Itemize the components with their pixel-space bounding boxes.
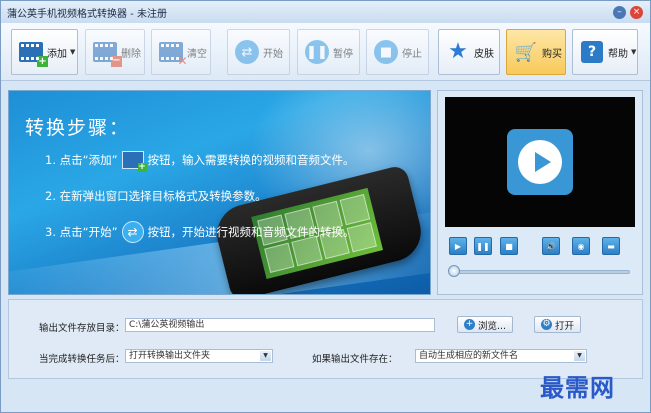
pause-label: 暂停	[333, 48, 353, 60]
skin-label: 皮肤	[474, 48, 494, 60]
output-dir-label: 输出文件存放目录：	[39, 323, 125, 334]
help-button[interactable]: ? 帮助 ▼	[572, 29, 638, 75]
volume-button[interactable]: 🔊	[542, 237, 560, 255]
close-button[interactable]: ×	[630, 6, 643, 19]
app-window: 蒲公英手机视频格式转换器 - 未注册 – × + 添加 ▼ − 删除 ✕ 清空 …	[0, 0, 651, 413]
step-3-text-a: 3. 点击“开始”	[45, 225, 118, 239]
step-1-text-b: 按钮，输入需要转换的视频和音频文件。	[147, 153, 355, 167]
browse-label: 浏览...	[478, 320, 507, 332]
stop-label: 停止	[402, 48, 422, 60]
after-done-value: 打开转换输出文件夹	[129, 351, 211, 361]
step-2-text: 2. 在新弹出窗口选择目标格式及转换参数。	[45, 189, 267, 203]
open-label: 打开	[555, 320, 575, 332]
folder-icon: ⚙	[541, 319, 552, 330]
chevron-down-icon: ▼	[70, 48, 76, 56]
add-label: 添加	[47, 48, 67, 60]
chevron-down-icon: ▼	[260, 351, 271, 361]
snapshot-button[interactable]: ◉	[572, 237, 590, 255]
toolbar: + 添加 ▼ − 删除 ✕ 清空 ⇄ 开始 ❚❚ 暂停 ■ 停止 ★ 皮肤 🛒	[1, 23, 650, 81]
after-done-label: 当完成转换任务后：	[39, 354, 125, 365]
pause-control-button[interactable]: ❚❚	[474, 237, 492, 255]
window-title: 蒲公英手机视频格式转换器 - 未注册	[7, 8, 167, 20]
output-dir-input[interactable]: C:\蒲公英视频输出	[125, 318, 435, 332]
buy-label: 购买	[542, 48, 562, 60]
fullscreen-button[interactable]: ▬	[602, 237, 620, 255]
start-label: 开始	[263, 48, 283, 60]
stop-icon: ■	[373, 39, 399, 65]
chevron-down-icon: ▼	[631, 48, 637, 56]
play-button[interactable]: ▶	[449, 237, 467, 255]
remove-label: 删除	[121, 48, 141, 60]
skin-button[interactable]: ★ 皮肤	[438, 29, 500, 75]
cart-icon: 🛒	[514, 41, 538, 63]
chevron-down-icon: ▼	[574, 351, 585, 361]
if-exists-select[interactable]: 自动生成相应的新文件名 ▼	[415, 349, 587, 363]
play-logo-icon	[507, 129, 573, 195]
title-bar: 蒲公英手机视频格式转换器 - 未注册 – ×	[1, 1, 650, 23]
seek-handle[interactable]	[448, 265, 460, 277]
step-3: 3. 点击“开始” ⇄ 按钮，开始进行视频和音频文件的转换。	[45, 221, 355, 243]
if-exists-value: 自动生成相应的新文件名	[419, 351, 519, 361]
video-preview	[445, 97, 635, 227]
preview-panel: ▶ ❚❚ ■ 🔊 ◉ ▬	[437, 90, 643, 295]
remove-file-icon: −	[92, 39, 122, 67]
open-button[interactable]: ⚙ 打开	[534, 316, 582, 333]
after-done-select[interactable]: 打开转换输出文件夹 ▼	[125, 349, 273, 363]
minimize-button[interactable]: –	[613, 6, 626, 19]
instructions-banner: 转换步骤： 1. 点击“添加” + 按钮，输入需要转换的视频和音频文件。 2. …	[8, 90, 431, 295]
clear-list-icon: ✕	[158, 39, 188, 67]
stop-button[interactable]: ■ 停止	[366, 29, 429, 75]
plus-icon: +	[464, 319, 475, 330]
step-3-text-b: 按钮，开始进行视频和音频文件的转换。	[147, 225, 355, 239]
add-file-icon: +	[18, 39, 48, 67]
shuffle-icon: ⇄	[234, 39, 260, 65]
if-exists-label: 如果输出文件存在：	[312, 354, 398, 365]
steps-title: 转换步骤：	[25, 117, 131, 139]
watermark: 最需网	[540, 373, 615, 402]
help-icon: ?	[579, 39, 605, 65]
pause-icon: ❚❚	[304, 39, 330, 65]
clear-label: 清空	[187, 48, 207, 60]
step-1-text-a: 1. 点击“添加”	[45, 153, 118, 167]
star-icon: ★	[448, 39, 468, 64]
step-1: 1. 点击“添加” + 按钮，输入需要转换的视频和音频文件。	[45, 151, 355, 172]
shuffle-icon: ⇄	[121, 221, 144, 243]
help-label: 帮助	[608, 48, 628, 60]
settings-panel: 输出文件存放目录： C:\蒲公英视频输出 + 浏览... ⚙ 打开 当完成转换任…	[8, 299, 643, 379]
browse-button[interactable]: + 浏览...	[457, 316, 514, 333]
start-button[interactable]: ⇄ 开始	[227, 29, 290, 75]
buy-button[interactable]: 🛒 购买	[506, 29, 566, 75]
clear-button[interactable]: ✕ 清空	[151, 29, 211, 75]
add-file-icon: +	[121, 151, 147, 172]
stop-control-button[interactable]: ■	[500, 237, 518, 255]
seek-bar[interactable]	[452, 270, 630, 274]
pause-button[interactable]: ❚❚ 暂停	[297, 29, 360, 75]
step-2: 2. 在新弹出窗口选择目标格式及转换参数。	[45, 188, 267, 204]
remove-button[interactable]: − 删除	[85, 29, 145, 75]
add-button[interactable]: + 添加 ▼	[11, 29, 78, 75]
